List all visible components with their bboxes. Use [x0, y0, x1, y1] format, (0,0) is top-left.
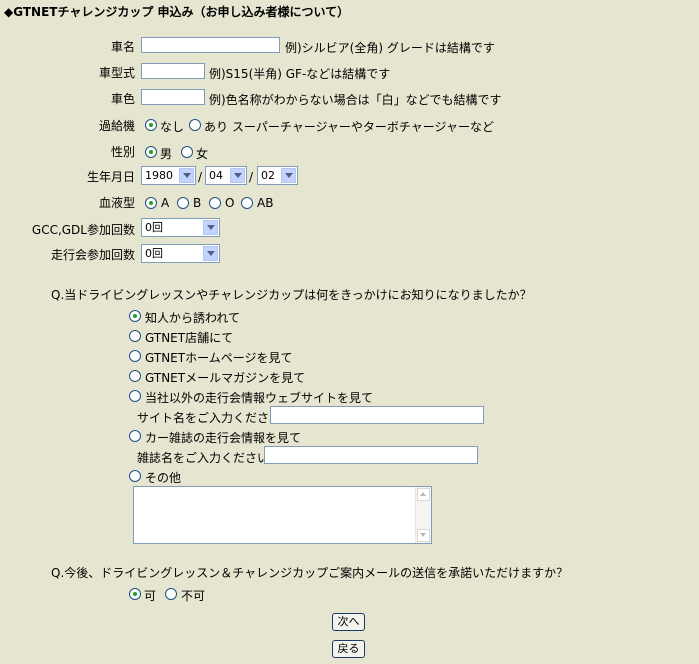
chevron-down-icon	[281, 168, 296, 183]
q2-question: Q.今後、ドライビングレッスン＆チャレンジカップご案内メールの送信を承諾いただけ…	[51, 566, 569, 580]
gender-radio-male[interactable]	[145, 146, 157, 158]
turbo-radio-none[interactable]	[145, 119, 157, 131]
chevron-down-icon	[203, 246, 218, 261]
textarea-scrollbar[interactable]	[415, 487, 431, 543]
gender-option-male: 男	[160, 147, 173, 161]
car-model-hint: 例)S15(半角) GF-などは結構です	[209, 67, 391, 81]
date-separator: /	[249, 170, 254, 184]
next-button[interactable]: 次へ	[332, 613, 365, 631]
gender-label: 性別	[110, 145, 135, 159]
blood-label: 血液型	[98, 196, 135, 210]
q1-option-homepage: GTNETホームページを見て	[145, 351, 293, 365]
q1-option-mailmagazine: GTNETメールマガジンを見て	[145, 371, 306, 385]
q1-option-magazine: カー雑誌の走行会情報を見て	[145, 431, 302, 445]
q2-option-accept: 可	[144, 589, 157, 603]
turbo-label: 過給機	[98, 119, 135, 133]
turbo-option-none: なし	[160, 120, 185, 134]
car-model-label: 車型式	[98, 66, 135, 80]
q2-option-decline: 不可	[181, 589, 206, 603]
q1-radio-other[interactable]	[129, 470, 141, 482]
birth-day-select[interactable]: 02	[257, 166, 298, 185]
q1-radio-other-website[interactable]	[129, 390, 141, 402]
q1-radio-magazine[interactable]	[129, 430, 141, 442]
back-button[interactable]: 戻る	[332, 640, 365, 658]
gender-option-female: 女	[196, 147, 209, 161]
blood-radio-a[interactable]	[145, 197, 157, 209]
scroll-down-icon[interactable]	[417, 529, 430, 542]
blood-radio-ab[interactable]	[241, 197, 253, 209]
birth-month-value: 04	[209, 169, 223, 182]
date-separator: /	[198, 170, 203, 184]
q2-radio-decline[interactable]	[165, 588, 177, 600]
q1-radio-acquaintance[interactable]	[129, 310, 141, 322]
car-name-hint: 例)シルビア(全角) グレードは結構です	[285, 41, 495, 55]
gender-radio-female[interactable]	[181, 146, 193, 158]
birth-month-select[interactable]: 04	[205, 166, 247, 185]
car-color-label: 車色	[110, 92, 135, 106]
page-title: ◆GTNETチャレンジカップ 申込み（お申し込み者様について）	[4, 5, 350, 19]
q1-site-name-input[interactable]	[270, 406, 484, 424]
turbo-hint: スーパーチャージャーやターボチャージャーなど	[232, 120, 494, 134]
car-name-label: 車名	[110, 40, 135, 54]
birthdate-label: 生年月日	[86, 170, 135, 184]
q1-radio-store[interactable]	[129, 330, 141, 342]
scroll-up-icon[interactable]	[417, 488, 430, 501]
chevron-down-icon	[230, 168, 245, 183]
car-color-input[interactable]	[141, 89, 205, 105]
gcc-count-label: GCC,GDL参加回数	[31, 223, 135, 237]
q1-option-other: その他	[145, 471, 182, 485]
birth-year-select[interactable]: 1980	[141, 166, 196, 185]
run-count-label: 走行会参加回数	[50, 248, 135, 262]
blood-radio-o[interactable]	[209, 197, 221, 209]
q1-option-other-website: 当社以外の走行会情報ウェブサイトを見て	[145, 391, 374, 405]
blood-option-ab: AB	[257, 196, 274, 210]
run-count-value: 0回	[145, 247, 163, 260]
gcc-count-value: 0回	[145, 221, 163, 234]
q1-option-store: GTNET店舗にて	[145, 331, 234, 345]
car-color-hint: 例)色名称がわからない場合は「白」などでも結構です	[209, 93, 502, 107]
q1-option-acquaintance: 知人から誘われて	[145, 311, 241, 325]
blood-option-a: A	[161, 196, 170, 210]
turbo-option-yes: あり	[204, 120, 229, 134]
car-name-input[interactable]	[141, 37, 280, 53]
q1-radio-homepage[interactable]	[129, 350, 141, 362]
q1-radio-mailmagazine[interactable]	[129, 370, 141, 382]
birth-day-value: 02	[261, 169, 275, 182]
q1-magazine-name-input[interactable]	[264, 446, 478, 464]
chevron-down-icon	[203, 220, 218, 235]
q1-question: Q.当ドライビングレッスンやチャレンジカップは何をきっかけにお知りになりましたか…	[51, 288, 532, 302]
blood-radio-b[interactable]	[177, 197, 189, 209]
car-model-input[interactable]	[141, 63, 205, 79]
blood-option-b: B	[193, 196, 202, 210]
gcc-count-select[interactable]: 0回	[141, 218, 220, 237]
birth-year-value: 1980	[145, 169, 173, 182]
run-count-select[interactable]: 0回	[141, 244, 220, 263]
turbo-radio-yes[interactable]	[189, 119, 201, 131]
q1-magazine-prompt: 雑誌名をご入力ください。	[137, 451, 282, 465]
q2-radio-accept[interactable]	[129, 588, 141, 600]
q1-other-textarea[interactable]	[133, 486, 432, 544]
blood-option-o: O	[225, 196, 235, 210]
chevron-down-icon	[179, 168, 194, 183]
